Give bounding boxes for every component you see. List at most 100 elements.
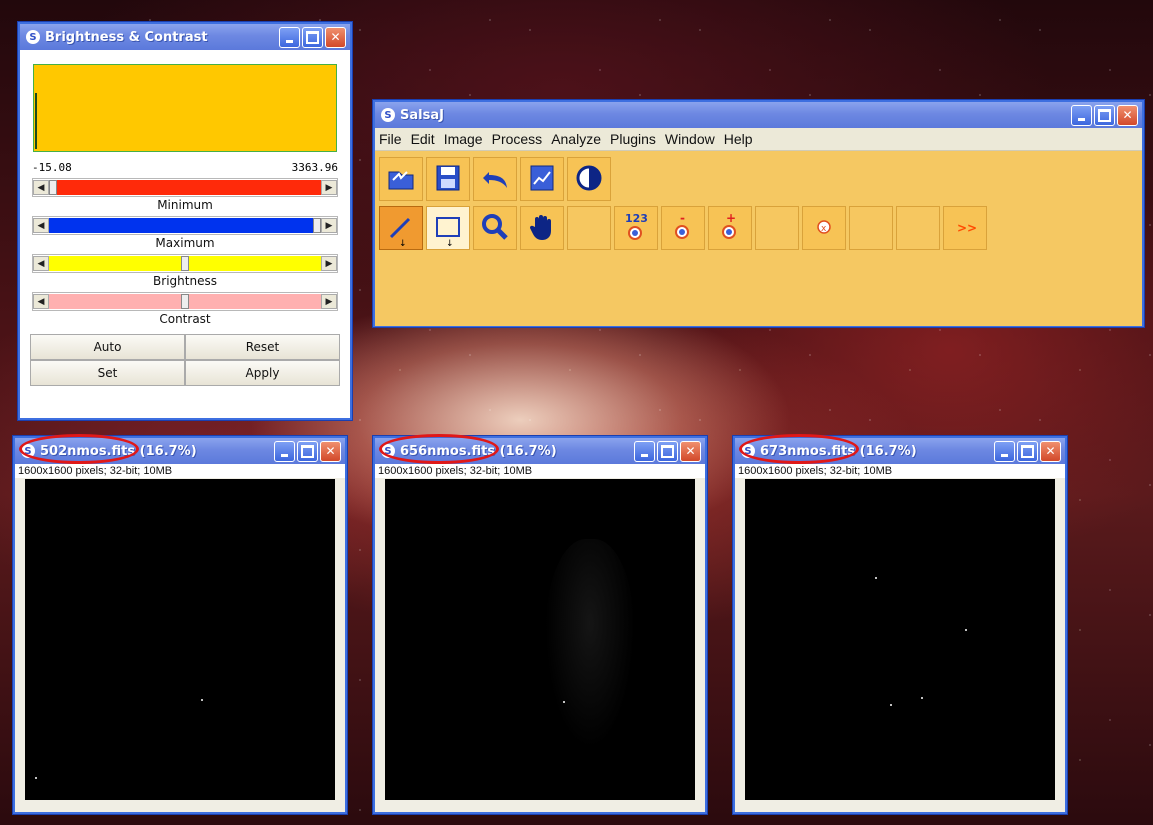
range-min-label: -15.08 (32, 161, 72, 174)
salsaj-main-window[interactable]: S SalsaJ ✕ File Edit Image Process Analyze Pl… (373, 100, 1144, 327)
star (201, 699, 203, 701)
magnifier-icon (479, 211, 511, 246)
maximize-button[interactable] (657, 440, 678, 462)
slider-contrast[interactable]: ◀ ▶ (32, 292, 338, 311)
menu-process[interactable]: Process (492, 131, 543, 147)
toolbar-button-more[interactable]: >> (943, 206, 987, 250)
slider-thumb[interactable] (313, 218, 321, 233)
image-window-502nm[interactable]: S 502nmos.fits (16.7%) ✕ 1600x1600 pixel… (13, 434, 347, 814)
toolbar-empty-slot[interactable] (567, 206, 611, 250)
slider-minimum[interactable]: ◀ ▶ (32, 178, 338, 197)
delete-target-icon: x (808, 211, 840, 246)
minimize-button[interactable] (1071, 104, 1092, 126)
slider-track[interactable] (49, 180, 321, 195)
svg-text:-: - (680, 211, 685, 225)
maximize-button[interactable] (302, 26, 323, 48)
image-info: 1600x1600 pixels; 32-bit; 10MB (735, 464, 1065, 478)
minimize-button[interactable] (994, 440, 1015, 462)
image-window-673nm[interactable]: S 673nmos.fits (16.7%) ✕ 1600x1600 pixel… (733, 434, 1067, 814)
slider-label: Brightness (153, 274, 217, 288)
image-canvas[interactable] (745, 479, 1055, 800)
scroll-right-arrow[interactable]: ▶ (321, 218, 337, 233)
range-max-label: 3363.96 (291, 161, 338, 174)
scroll-left-arrow[interactable]: ◀ (33, 180, 49, 195)
menu-edit[interactable]: Edit (411, 131, 435, 147)
salsaj-app-icon: S (741, 444, 755, 458)
menu-analyze[interactable]: Analyze (551, 131, 601, 147)
toolbar-button-undo[interactable] (473, 157, 517, 201)
toolbar-button-delete-target[interactable]: x (802, 206, 846, 250)
star (965, 629, 967, 631)
titlebar[interactable]: S 502nmos.fits (16.7%) ✕ (15, 434, 345, 464)
toolbar-empty-slot[interactable] (755, 206, 799, 250)
maximize-button[interactable] (1094, 104, 1115, 126)
menu-help[interactable]: Help (724, 131, 753, 147)
undo-icon (479, 162, 511, 197)
close-button[interactable]: ✕ (325, 26, 346, 48)
scroll-right-arrow[interactable]: ▶ (321, 294, 337, 309)
toolbar-button-plot[interactable] (520, 157, 564, 201)
scroll-left-arrow[interactable]: ◀ (33, 218, 49, 233)
set-button[interactable]: Set (30, 360, 185, 386)
slider-label: Minimum (157, 198, 213, 212)
brightness-contrast-window[interactable]: S Brightness & Contrast ✕ -15.08 3363.96… (18, 22, 352, 420)
maximize-button[interactable] (1017, 440, 1038, 462)
slider-thumb[interactable] (49, 180, 57, 195)
minimize-button[interactable] (274, 440, 295, 462)
star (35, 777, 37, 779)
menu-image[interactable]: Image (444, 131, 483, 147)
toolbar-button-plus-target[interactable]: + (708, 206, 752, 250)
toolbar-empty-slot[interactable] (896, 206, 940, 250)
svg-text:>>: >> (957, 221, 977, 235)
image-canvas[interactable] (25, 479, 335, 800)
more-icon: >> (949, 211, 981, 246)
apply-button[interactable]: Apply (185, 360, 340, 386)
titlebar[interactable]: S Brightness & Contrast ✕ (20, 24, 350, 50)
slider-thumb[interactable] (181, 294, 189, 309)
hand-icon (526, 211, 558, 246)
open-icon (385, 162, 417, 197)
svg-text:x: x (821, 224, 827, 234)
close-button[interactable]: ✕ (680, 440, 701, 462)
menu-plugins[interactable]: Plugins (610, 131, 656, 147)
slider-thumb[interactable] (181, 256, 189, 271)
toolbar-button-hand[interactable] (520, 206, 564, 250)
minimize-button[interactable] (634, 440, 655, 462)
slider-track[interactable] (49, 294, 321, 309)
auto-button[interactable]: Auto (30, 334, 185, 360)
toolbar-empty-slot[interactable] (849, 206, 893, 250)
toolbar-button-save[interactable] (426, 157, 470, 201)
close-button[interactable]: ✕ (320, 440, 341, 462)
toolbar-button-rectangle-tool[interactable] (426, 206, 470, 250)
slider-track[interactable] (49, 218, 321, 233)
scroll-left-arrow[interactable]: ◀ (33, 256, 49, 271)
toolbar-button-contrast[interactable] (567, 157, 611, 201)
minimize-button[interactable] (279, 26, 300, 48)
slider-track[interactable] (49, 256, 321, 271)
star (875, 577, 877, 579)
close-button[interactable]: ✕ (1117, 104, 1138, 126)
menu-window[interactable]: Window (665, 131, 715, 147)
titlebar[interactable]: S SalsaJ ✕ (375, 102, 1142, 128)
star (563, 701, 565, 703)
toolbar-button-count-target[interactable]: 123 (614, 206, 658, 250)
toolbar-button-minus-target[interactable]: - (661, 206, 705, 250)
image-window-656nm[interactable]: S 656nmos.fits (16.7%) ✕ 1600x1600 pixel… (373, 434, 707, 814)
toolbar-button-magnifier[interactable] (473, 206, 517, 250)
menu-file[interactable]: File (379, 131, 402, 147)
scroll-right-arrow[interactable]: ▶ (321, 180, 337, 195)
image-canvas[interactable] (385, 479, 695, 800)
close-button[interactable]: ✕ (1040, 440, 1061, 462)
scroll-left-arrow[interactable]: ◀ (33, 294, 49, 309)
maximize-button[interactable] (297, 440, 318, 462)
plot-icon (526, 162, 558, 197)
scroll-right-arrow[interactable]: ▶ (321, 256, 337, 271)
slider-brightness[interactable]: ◀ ▶ (32, 254, 338, 273)
toolbar-button-open[interactable] (379, 157, 423, 201)
nebula-glow (545, 539, 635, 749)
titlebar[interactable]: S 673nmos.fits (16.7%) ✕ (735, 434, 1065, 464)
toolbar-button-line-tool[interactable] (379, 206, 423, 250)
titlebar[interactable]: S 656nmos.fits (16.7%) ✕ (375, 434, 705, 464)
reset-button[interactable]: Reset (185, 334, 340, 360)
slider-maximum[interactable]: ◀ ▶ (32, 216, 338, 235)
